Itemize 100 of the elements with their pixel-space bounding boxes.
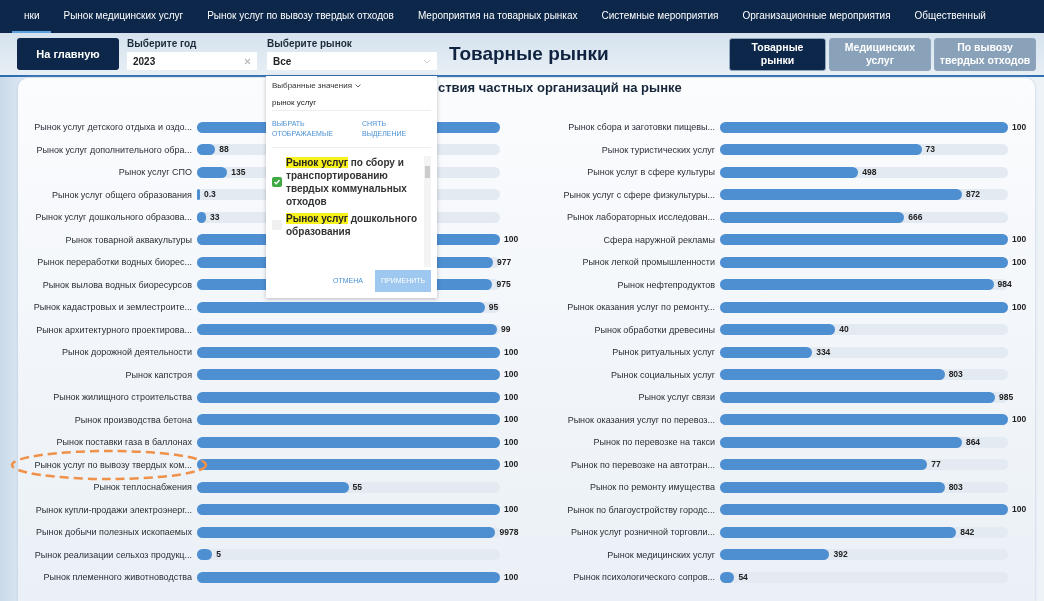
bar-label: Рынок переработки водных биорес... (36, 257, 193, 268)
bar-value: 5 (216, 549, 221, 561)
bar-value: 984 (997, 279, 1012, 291)
bar-value: 975 (496, 279, 511, 291)
option-label[interactable]: Рынок услуг дошкольного образования (286, 211, 424, 238)
bar-value: 803 (948, 369, 963, 381)
bar-label: Рынок по перевозке на автотран... (570, 459, 716, 470)
bar-value: 135 (231, 166, 246, 178)
bar-label: Рынок жилищного строительства (52, 392, 193, 403)
bar-value: 33 (210, 211, 220, 223)
bar-value: 498 (862, 166, 877, 178)
bar-value: 666 (908, 211, 923, 223)
view-button[interactable]: Товарные рынки (729, 37, 826, 71)
bar-label: Рынок капстроя (124, 369, 193, 380)
bar-value: 9978 (499, 526, 519, 538)
bar-label: Рынок кадастровых и землестроите... (32, 302, 193, 313)
option-label[interactable]: Рынок услуг по сбору и транспортированию твердых коммунальных отходов (286, 155, 424, 208)
bar-value: 100 (1012, 414, 1027, 426)
chevron-down-icon (423, 58, 431, 64)
bar-value: 95 (488, 301, 499, 313)
bar-value: 334 (816, 346, 831, 358)
bar-label: Рынок услуг дошкольного образова... (34, 212, 193, 223)
chevron-down-icon (355, 83, 362, 88)
bar-value: 864 (965, 436, 981, 448)
bar-label: Рынок медицинских услуг (606, 549, 716, 560)
bar-value: 100 (504, 369, 519, 381)
checkbox[interactable] (272, 176, 282, 187)
bar-label: Рынок товарной аквакультуры (64, 234, 193, 245)
chart-title: ствия частных организаций на рынке (438, 80, 682, 97)
bar-label: Рынок психологического сопров... (572, 572, 716, 583)
bar-value: 100 (1012, 256, 1027, 268)
bar-label: Рынок по благоустройству городс... (566, 504, 716, 515)
bar-label: Рынок сбора и заготовки пищевы... (567, 122, 716, 133)
clear-icon[interactable] (244, 57, 251, 65)
bar-value: 100 (504, 234, 519, 246)
bar-value: 0.3 (204, 189, 216, 201)
bar-value: 77 (931, 459, 941, 471)
bar-label: Рынок нефтепродуктов (616, 279, 716, 290)
market-select[interactable]: Все (267, 52, 437, 70)
bar-value: 872 (965, 189, 981, 201)
bar-value: 100 (504, 571, 519, 583)
bar-label: Рынок услуг общего образования (50, 189, 193, 200)
bar-label: Рынок добычи полезных ископаемых (35, 527, 193, 538)
bar-label: Рынок оказания услуг по перевоз... (566, 414, 716, 425)
bar-value: 842 (960, 526, 975, 538)
bar-value: 99 (500, 324, 511, 336)
bar-value: 977 (497, 256, 512, 268)
bar-value: 73 (925, 144, 936, 156)
bar-value: 100 (1012, 504, 1027, 516)
bar-label: Сфера наружной рекламы (602, 234, 716, 245)
bar-label: Рынок по ремонту имущества (588, 482, 716, 493)
bar-value: 88 (219, 144, 229, 156)
bar-value: 985 (999, 391, 1014, 403)
bar-label: Рынок теплоснабжения (92, 482, 193, 493)
bar-label: Рынок реализации сельхоз продукц... (33, 549, 193, 560)
bar-label: Рынок услуг СПО (117, 167, 193, 178)
market-filter-label: Выберите рынок (267, 38, 353, 49)
nav-tab[interactable]: Системные мероприятия (589, 0, 731, 33)
bar-label: Рынок услуг в сфере культуры (586, 167, 716, 178)
bar-label: Рынок услуг с сфере физкультуры... (562, 189, 716, 200)
selection-mode-dropdown[interactable]: Выбранные значения (272, 81, 353, 90)
bar-label: Рынок производства бетона (73, 414, 193, 425)
bar-label: Рынок оказания услуг по ремонту... (566, 302, 716, 313)
bar-label: Рынок услуг детского отдыха и оздо... (33, 122, 193, 133)
nav-tab[interactable]: Мероприятия на товарных рынках (405, 0, 590, 33)
bar-value: 100 (1012, 234, 1027, 246)
bar-label: Рынок архитектурного проектирова... (35, 324, 193, 335)
home-button[interactable]: На главную (17, 38, 119, 70)
bar-value: 100 (504, 414, 519, 426)
bar-value: 100 (504, 504, 519, 516)
bar-label: Рынок купли-продажи электроэнерг... (34, 504, 193, 515)
bar-label: Рынок поставки газа в баллонах (55, 437, 193, 448)
nav-tab[interactable]: Общественный (902, 0, 998, 33)
nav-tab[interactable]: Рынок услуг по вывозу твердых отходов (195, 0, 406, 33)
bar-value: 392 (833, 549, 848, 561)
bar-label: Рынок услуг связи (637, 392, 716, 403)
bar-label: Рынок обработки древесины (593, 324, 716, 335)
bar-label: Рынок услуг по вывозу твердых ком... (33, 459, 193, 470)
bar-value: 803 (948, 481, 963, 493)
bar-value: 55 (352, 481, 362, 493)
bar-label: Рынок дорожной деятельности (61, 347, 193, 358)
scrollbar[interactable] (424, 155, 431, 268)
bar-value: 54 (738, 571, 748, 583)
bar-label: Рынок ритуальных услуг (611, 347, 716, 358)
year-filter-label: Выберите год (127, 38, 198, 49)
nav-tab[interactable]: Рынок медицинских услуг (51, 0, 196, 33)
bar-value: 40 (839, 324, 849, 336)
bar-label: Рынок племенного животноводства (42, 572, 193, 583)
bar-label: Рынок услуг розничной торговли... (569, 527, 716, 538)
year-select[interactable]: 2023 (127, 52, 257, 70)
bar-value: 100 (504, 436, 519, 448)
bar-label: Рынок легкой промышленности (581, 257, 716, 268)
bar-value: 100 (1012, 121, 1027, 133)
nav-tab[interactable]: Организационные мероприятия (730, 0, 903, 33)
bar-value: 100 (504, 459, 519, 471)
bar-label: Рынок туристических услуг (600, 144, 716, 155)
bar-label: Рынок услуг дополнительного обра... (35, 144, 193, 155)
page-title: Товарные рынки (449, 43, 610, 65)
bar-value: 100 (504, 391, 519, 403)
bar-label: Рынок социальных услуг (610, 369, 716, 380)
